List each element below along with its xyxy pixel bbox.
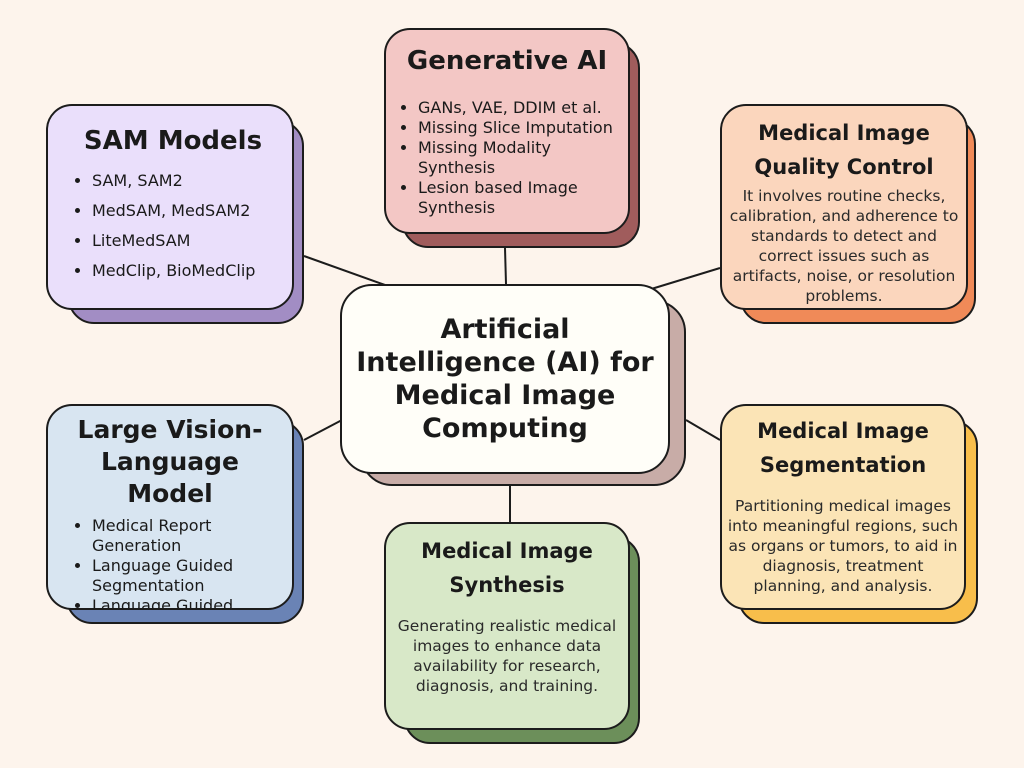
list-item: Missing Slice Imputation — [418, 118, 618, 138]
quality-control-title: Medical Image Quality Control — [754, 121, 934, 179]
synthesis-description: Generating realistic medical images to e… — [397, 617, 617, 695]
list-item: Language Guided Image Generation — [92, 596, 284, 608]
synthesis-title: Medical Image Synthesis — [421, 539, 593, 597]
generative-ai-list: GANs, VAE, DDIM et al. Missing Slice Imp… — [396, 98, 618, 218]
lvlm-card: Large Vision-Language Model Medical Repo… — [46, 404, 294, 610]
lvlm-title: Large Vision-Language Model — [77, 415, 263, 508]
segmentation-title: Medical Image Segmentation — [757, 419, 929, 477]
quality-control-card: Medical Image Quality Control It involve… — [720, 104, 968, 310]
list-item: SAM, SAM2 — [92, 166, 276, 196]
connector-sam — [303, 255, 386, 286]
connector-quality — [647, 267, 721, 291]
segmentation-card: Medical Image Segmentation Partitioning … — [720, 404, 966, 610]
list-item: Medical Report Generation — [92, 516, 284, 556]
list-item: Missing Modality Synthesis — [418, 138, 618, 178]
list-item: MedClip, BioMedClip — [92, 256, 276, 286]
list-item: Language Guided Segmentation — [92, 556, 284, 596]
center-card: Artificial Intelligence (AI) for Medical… — [340, 284, 670, 474]
generative-ai-card: Generative AI GANs, VAE, DDIM et al. Mis… — [384, 28, 630, 234]
quality-control-description: It involves routine checks, calibration,… — [729, 187, 959, 305]
sam-models-list: SAM, SAM2 MedSAM, MedSAM2 LiteMedSAM Med… — [70, 166, 276, 286]
connector-generative — [504, 247, 507, 285]
list-item: GANs, VAE, DDIM et al. — [418, 98, 618, 118]
segmentation-description: Partitioning medical images into meaning… — [727, 497, 959, 595]
generative-ai-title: Generative AI — [406, 46, 608, 76]
center-title: Artificial Intelligence (AI) for Medical… — [356, 314, 654, 444]
list-item: LiteMedSAM — [92, 226, 276, 256]
sam-models-title: SAM Models — [83, 126, 263, 156]
sam-models-card: SAM Models SAM, SAM2 MedSAM, MedSAM2 Lit… — [46, 104, 294, 310]
connector-lvlm — [303, 419, 343, 441]
synthesis-card: Medical Image Synthesis Generating reali… — [384, 522, 630, 730]
lvlm-list: Medical Report Generation Language Guide… — [70, 516, 284, 608]
connector-segmentation — [685, 419, 721, 441]
list-item: Lesion based Image Synthesis — [418, 178, 618, 218]
list-item: MedSAM, MedSAM2 — [92, 196, 276, 226]
